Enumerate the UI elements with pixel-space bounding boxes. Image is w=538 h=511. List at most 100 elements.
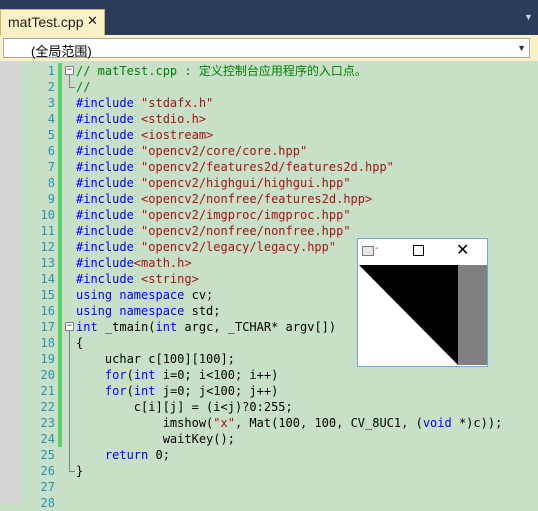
code-text: #include "opencv2/features2d/features2d.… bbox=[76, 159, 394, 175]
code-line[interactable]: 28 bbox=[22, 495, 538, 511]
code-line[interactable]: 8 #include "opencv2/highgui/highgui.hpp" bbox=[22, 175, 538, 191]
code-token: } bbox=[76, 464, 84, 478]
code-line[interactable]: 5 #include <iostream> bbox=[22, 127, 538, 143]
line-number: 25 bbox=[40, 448, 55, 462]
window-title: - bbox=[375, 243, 379, 254]
code-token: _tmain( bbox=[97, 320, 156, 334]
code-token: ( bbox=[126, 368, 134, 382]
close-icon[interactable]: ✕ bbox=[456, 240, 469, 259]
change-indicator bbox=[58, 127, 62, 143]
code-line[interactable]: 9 #include <opencv2/nonfree/features2d.hp… bbox=[22, 191, 538, 207]
code-line[interactable]: 10 #include "opencv2/imgproc/imgproc.hpp" bbox=[22, 207, 538, 223]
change-indicator bbox=[58, 367, 62, 383]
change-indicator bbox=[58, 175, 62, 191]
opencv-image-window[interactable]: - ✕ bbox=[357, 238, 488, 367]
change-indicator bbox=[58, 191, 62, 207]
line-number: 18 bbox=[40, 336, 55, 350]
line-number: 11 bbox=[40, 224, 55, 238]
code-token: "opencv2/imgproc/imgproc.hpp" bbox=[141, 208, 351, 222]
tab-list-chevron-down-icon[interactable]: ▼ bbox=[524, 12, 533, 22]
code-token: <stdio.h> bbox=[141, 112, 207, 126]
maximize-icon[interactable] bbox=[413, 245, 424, 256]
change-indicator bbox=[58, 335, 62, 351]
line-number: 14 bbox=[40, 272, 55, 286]
code-token: j=0; j<100; j++) bbox=[155, 384, 279, 398]
chevron-down-icon[interactable]: ▼ bbox=[517, 43, 526, 53]
code-line[interactable]: 25 return 0; bbox=[22, 447, 538, 463]
code-token: // matTest.cpp : 定义控制台应用程序的入口点。 bbox=[76, 64, 367, 78]
code-token: uchar c[100][100]; bbox=[76, 352, 235, 366]
code-text: imshow("x", Mat(100, 100, CV_8UC1, (void… bbox=[76, 415, 503, 431]
code-text: // matTest.cpp : 定义控制台应用程序的入口点。 bbox=[76, 63, 367, 79]
code-text: } bbox=[76, 463, 83, 479]
code-text: #include <string> bbox=[76, 271, 199, 287]
code-text: #include "opencv2/imgproc/imgproc.hpp" bbox=[76, 207, 351, 223]
tab-mattest-cpp[interactable]: matTest.cpp ✕ bbox=[0, 9, 105, 35]
change-indicator bbox=[58, 287, 62, 303]
code-token: i=0; i<100; i++) bbox=[155, 368, 279, 382]
change-indicator bbox=[58, 431, 62, 447]
code-token: #include bbox=[76, 96, 142, 110]
line-number: 2 bbox=[47, 80, 55, 94]
code-token: #include bbox=[76, 176, 142, 190]
tab-close-icon[interactable]: ✕ bbox=[87, 13, 98, 29]
code-line[interactable]: 27 bbox=[22, 479, 538, 495]
canvas-gray-region bbox=[458, 265, 487, 365]
line-number: 3 bbox=[47, 96, 55, 110]
code-text: #include "opencv2/core/core.hpp" bbox=[76, 143, 307, 159]
code-line[interactable]: 24 waitKey(); bbox=[22, 431, 538, 447]
scope-dropdown[interactable]: (全局范围) ▼ bbox=[3, 38, 530, 59]
code-line[interactable]: 4 #include <stdio.h> bbox=[22, 111, 538, 127]
line-number: 5 bbox=[47, 128, 55, 142]
code-token: #include bbox=[76, 208, 142, 222]
code-token: int bbox=[76, 320, 98, 334]
code-line[interactable]: 6 #include "opencv2/core/core.hpp" bbox=[22, 143, 538, 159]
code-token: <math.h> bbox=[133, 256, 192, 270]
code-token: #include bbox=[76, 256, 134, 270]
line-number: 19 bbox=[40, 352, 55, 366]
code-line[interactable]: 2 // bbox=[22, 79, 538, 95]
code-text: int _tmain(int argc, _TCHAR* argv[]) bbox=[76, 319, 336, 335]
code-token: "opencv2/core/core.hpp" bbox=[141, 144, 308, 158]
code-token: <iostream> bbox=[141, 128, 214, 142]
line-number: 10 bbox=[40, 208, 55, 222]
code-token: #include bbox=[76, 160, 142, 174]
change-indicator bbox=[58, 303, 62, 319]
code-line[interactable]: 3 #include "stdafx.h" bbox=[22, 95, 538, 111]
code-text: #include <stdio.h> bbox=[76, 111, 206, 127]
window-titlebar[interactable]: - ✕ bbox=[358, 239, 487, 264]
code-text: #include <opencv2/nonfree/features2d.hpp… bbox=[76, 191, 372, 207]
code-token: for bbox=[104, 368, 127, 382]
line-number: 7 bbox=[47, 160, 55, 174]
outline-end bbox=[69, 471, 75, 472]
line-number: 21 bbox=[40, 384, 55, 398]
code-line[interactable]: 20 for(int i=0; i<100; i++) bbox=[22, 367, 538, 383]
code-token: imshow( bbox=[76, 416, 214, 430]
change-indicator bbox=[58, 271, 62, 287]
code-line[interactable]: 1 // matTest.cpp : 定义控制台应用程序的入口点。 bbox=[22, 63, 538, 79]
image-canvas bbox=[359, 265, 458, 365]
document-tab-bar: matTest.cpp ✕ ▼ bbox=[0, 0, 538, 35]
code-text: waitKey(); bbox=[76, 431, 235, 447]
code-line[interactable]: 7 #include "opencv2/features2d/features2d… bbox=[22, 159, 538, 175]
line-number: 26 bbox=[40, 464, 55, 478]
code-token: #include bbox=[76, 192, 142, 206]
line-number: 13 bbox=[40, 256, 55, 270]
code-line[interactable]: 26} bbox=[22, 463, 538, 479]
code-line[interactable]: 23 imshow("x", Mat(100, 100, CV_8UC1, (v… bbox=[22, 415, 538, 431]
code-token: #include bbox=[76, 272, 142, 286]
code-text: #include "stdafx.h" bbox=[76, 95, 213, 111]
code-line[interactable]: 11 #include "opencv2/nonfree/nonfree.hpp" bbox=[22, 223, 538, 239]
collapse-icon[interactable]: − bbox=[65, 322, 74, 331]
code-token: std; bbox=[184, 304, 221, 318]
change-indicator bbox=[58, 63, 62, 79]
code-text: #include "opencv2/nonfree/nonfree.hpp" bbox=[76, 223, 351, 239]
code-text: using namespace std; bbox=[76, 303, 221, 319]
code-line[interactable]: 22 c[i][j] = (i<j)?0:255; bbox=[22, 399, 538, 415]
code-token: #include bbox=[76, 224, 142, 238]
outline-guide bbox=[69, 331, 70, 471]
code-text: for(int j=0; j<100; j++) bbox=[76, 383, 278, 399]
collapse-icon[interactable]: − bbox=[65, 66, 74, 75]
line-number: 16 bbox=[40, 304, 55, 318]
code-line[interactable]: 21 for(int j=0; j<100; j++) bbox=[22, 383, 538, 399]
